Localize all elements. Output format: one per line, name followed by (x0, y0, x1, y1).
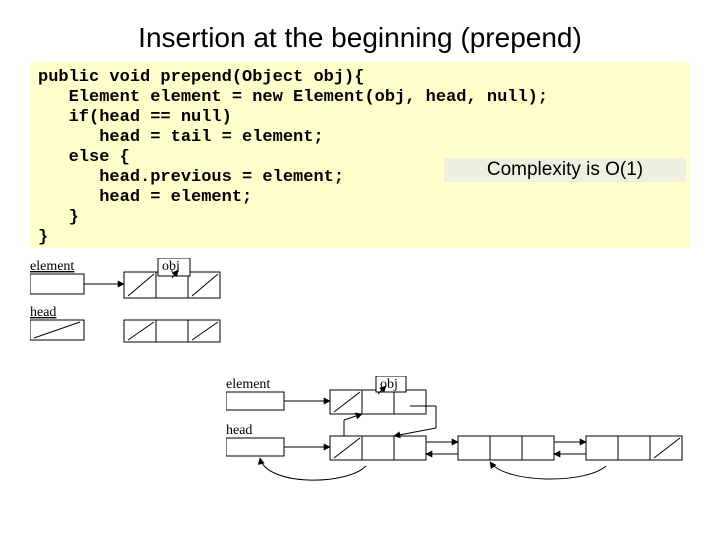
slide: Insertion at the beginning (prepend) pub… (0, 0, 720, 540)
complexity-note: Complexity is O(1) (444, 158, 686, 182)
diagram-empty-case: element obj head (30, 258, 310, 378)
code-block: public void prepend(Object obj){ Element… (30, 62, 690, 248)
list-node-1 (330, 436, 426, 460)
list-node-3 (586, 436, 682, 460)
slide-title: Insertion at the beginning (prepend) (0, 22, 720, 54)
diagram-nonempty-case: element obj head (226, 376, 696, 526)
label-element: element (30, 259, 74, 274)
list-node-2 (458, 436, 554, 460)
label-head: head (30, 305, 56, 320)
label-head: head (226, 423, 252, 438)
label-element: element (226, 377, 270, 392)
